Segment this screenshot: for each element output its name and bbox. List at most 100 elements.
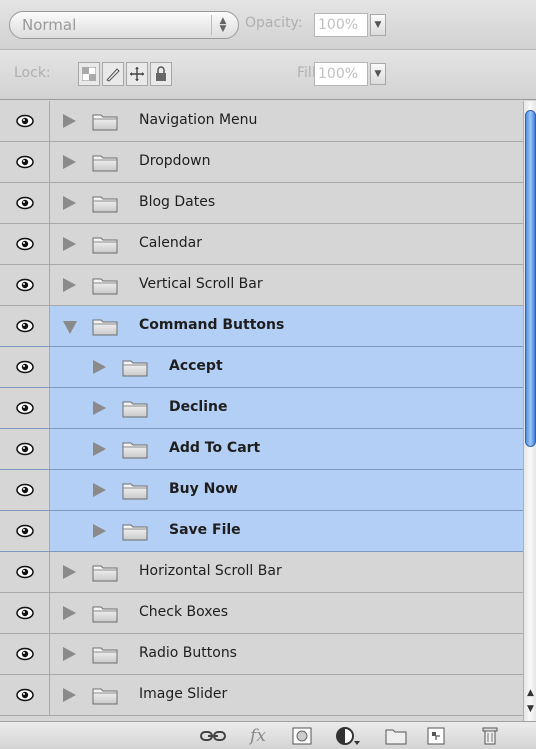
layer-row[interactable]: Buy Now (0, 470, 523, 511)
eye-icon (15, 606, 34, 620)
lock-all-icon[interactable] (150, 62, 172, 86)
layer-row[interactable]: Radio Buttons (0, 634, 523, 675)
eye-icon (15, 565, 34, 579)
layer-name: Calendar (139, 235, 202, 251)
visibility-toggle[interactable] (0, 511, 50, 551)
visibility-toggle[interactable] (0, 552, 50, 592)
layer-row[interactable]: Command Buttons (0, 306, 523, 347)
disclosure-collapsed-icon[interactable] (63, 196, 76, 210)
lock-brush-icon[interactable] (102, 62, 124, 86)
opacity-input[interactable]: 100% (314, 13, 368, 37)
folder-icon (92, 153, 118, 172)
eye-icon (15, 278, 34, 292)
lock-label: Lock: (14, 65, 51, 81)
folder-icon (122, 522, 148, 541)
disclosure-collapsed-icon[interactable] (63, 606, 76, 620)
layer-name: Radio Buttons (139, 645, 237, 661)
trash-icon[interactable] (478, 725, 502, 747)
folder-icon (92, 563, 118, 582)
folder-icon (92, 276, 118, 295)
visibility-toggle[interactable] (0, 101, 50, 141)
visibility-toggle[interactable] (0, 388, 50, 428)
layer-row[interactable]: Image Slider (0, 675, 523, 716)
adjustment-layer-icon[interactable] (333, 725, 363, 747)
visibility-toggle[interactable] (0, 183, 50, 223)
layer-row[interactable]: Vertical Scroll Bar (0, 265, 523, 306)
disclosure-collapsed-icon[interactable] (63, 155, 76, 169)
layer-row[interactable]: Add To Cart (0, 429, 523, 470)
new-layer-icon[interactable] (424, 725, 448, 747)
eye-icon (15, 319, 34, 333)
disclosure-collapsed-icon[interactable] (93, 524, 106, 538)
disclosure-collapsed-icon[interactable] (63, 565, 76, 579)
disclosure-collapsed-icon[interactable] (93, 360, 106, 374)
layer-row[interactable]: Check Boxes (0, 593, 523, 634)
lock-position-icon[interactable] (126, 62, 148, 86)
disclosure-collapsed-icon[interactable] (93, 483, 106, 497)
eye-icon (15, 647, 34, 661)
visibility-toggle[interactable] (0, 224, 50, 264)
folder-icon (122, 399, 148, 418)
fx-icon[interactable]: fx (243, 725, 273, 747)
eye-icon (15, 196, 34, 210)
fill-dropdown-button[interactable]: ▼ (370, 63, 386, 85)
layer-name: Image Slider (139, 686, 228, 702)
layer-row[interactable]: Calendar (0, 224, 523, 265)
scroll-down-arrow-icon[interactable]: ▼ (525, 704, 536, 714)
disclosure-collapsed-icon[interactable] (63, 237, 76, 251)
scroll-up-arrow-icon[interactable]: ▲ (525, 688, 536, 698)
fill-input[interactable]: 100% (314, 62, 368, 86)
blend-toolbar: Normal ▲ ▼ Opacity: 100% ▼ (0, 0, 536, 50)
eye-icon (15, 237, 34, 251)
disclosure-collapsed-icon[interactable] (93, 401, 106, 415)
disclosure-collapsed-icon[interactable] (63, 278, 76, 292)
vertical-scrollbar[interactable]: ▲ ▼ (523, 101, 536, 721)
visibility-toggle[interactable] (0, 347, 50, 387)
disclosure-collapsed-icon[interactable] (93, 442, 106, 456)
layer-mask-icon[interactable] (290, 725, 314, 747)
folder-icon (92, 112, 118, 131)
eye-icon (15, 155, 34, 169)
layers-bottom-bar: fx (0, 721, 536, 749)
link-layers-icon[interactable] (199, 725, 227, 747)
blend-mode-select[interactable]: Normal ▲ ▼ (9, 11, 239, 39)
layer-name: Dropdown (139, 153, 211, 169)
visibility-toggle[interactable] (0, 265, 50, 305)
disclosure-collapsed-icon[interactable] (63, 647, 76, 661)
lock-transparency-icon[interactable] (78, 62, 100, 86)
layer-row[interactable]: Horizontal Scroll Bar (0, 552, 523, 593)
eye-icon (15, 524, 34, 538)
visibility-toggle[interactable] (0, 429, 50, 469)
eye-icon (15, 483, 34, 497)
folder-icon (92, 194, 118, 213)
visibility-toggle[interactable] (0, 675, 50, 715)
layer-name: Buy Now (169, 481, 238, 497)
new-group-icon[interactable] (384, 725, 408, 747)
opacity-dropdown-button[interactable]: ▼ (370, 14, 386, 36)
visibility-toggle[interactable] (0, 306, 50, 346)
folder-icon (122, 440, 148, 459)
layer-row[interactable]: Accept (0, 347, 523, 388)
layer-name: Horizontal Scroll Bar (139, 563, 282, 579)
visibility-toggle[interactable] (0, 634, 50, 674)
visibility-toggle[interactable] (0, 593, 50, 633)
visibility-toggle[interactable] (0, 142, 50, 182)
visibility-toggle[interactable] (0, 470, 50, 510)
disclosure-collapsed-icon[interactable] (63, 688, 76, 702)
eye-icon (15, 442, 34, 456)
layer-row[interactable]: Decline (0, 388, 523, 429)
layer-name: Save File (169, 522, 241, 538)
opacity-label: Opacity: (245, 15, 303, 31)
layer-row[interactable]: Save File (0, 511, 523, 552)
folder-icon (122, 481, 148, 500)
layer-row[interactable]: Navigation Menu (0, 101, 523, 142)
layers-list: Navigation Menu Dropdown Blog Dates Calenda… (0, 101, 523, 721)
folder-icon (92, 235, 118, 254)
layer-row[interactable]: Blog Dates (0, 183, 523, 224)
disclosure-collapsed-icon[interactable] (63, 114, 76, 128)
layer-row[interactable]: Dropdown (0, 142, 523, 183)
folder-icon (92, 317, 118, 336)
disclosure-expanded-icon[interactable] (63, 321, 77, 334)
eye-icon (15, 114, 34, 128)
scroll-thumb[interactable] (525, 110, 536, 447)
